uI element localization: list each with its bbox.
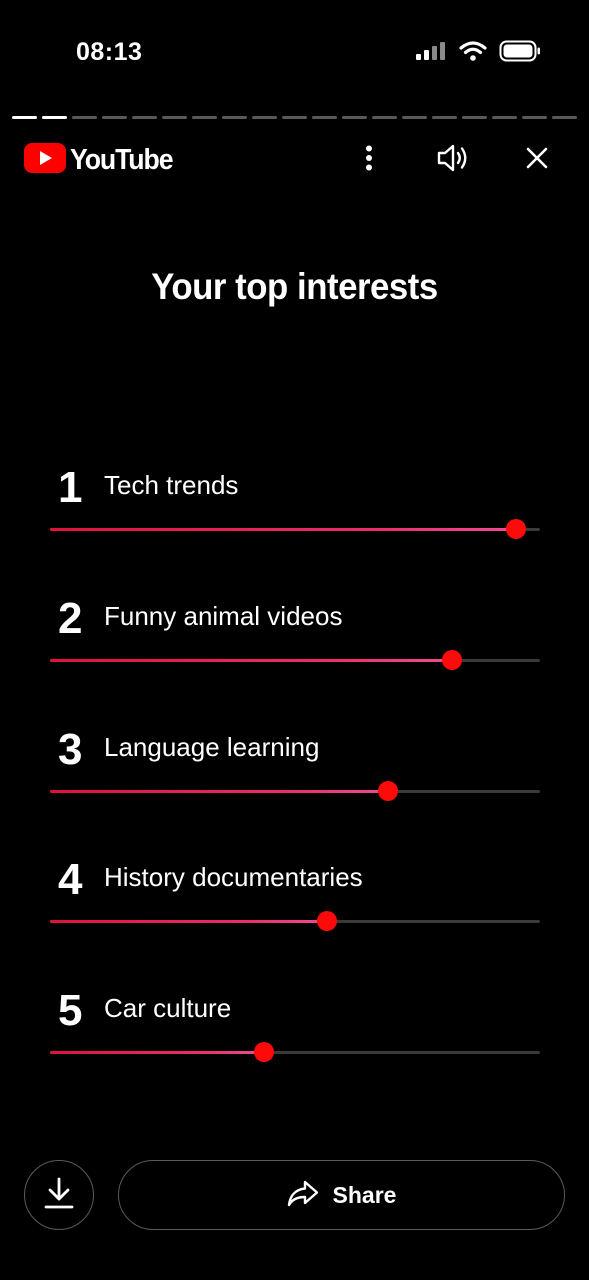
story-progress-segment xyxy=(132,116,157,119)
interest-rank: 5 xyxy=(58,986,83,1035)
header-actions xyxy=(347,138,559,182)
wifi-icon xyxy=(459,40,487,67)
interest-level-track xyxy=(50,911,540,931)
page-title: Your top interests xyxy=(151,266,438,307)
story-progress-segment xyxy=(12,116,37,119)
more-options-button[interactable] xyxy=(347,138,391,182)
story-progress-segment xyxy=(342,116,367,119)
interest-level-track xyxy=(50,1042,540,1062)
close-button[interactable] xyxy=(515,138,559,182)
interest-rank: 3 xyxy=(58,725,83,774)
interest-label: History documentaries xyxy=(104,862,363,892)
interest-level-fill xyxy=(50,528,516,531)
more-vertical-icon xyxy=(365,145,373,176)
interest-level-fill xyxy=(50,790,389,793)
share-icon xyxy=(287,1179,319,1212)
story-progress-segment xyxy=(462,116,487,119)
interest-level-fill xyxy=(50,659,452,662)
story-progress-segment xyxy=(192,116,217,119)
interest-level-track xyxy=(50,781,540,801)
story-screen: 08:13 YouTube Your top interests 1 Tech … xyxy=(0,0,589,1280)
status-icons xyxy=(415,40,541,67)
share-label: Share xyxy=(332,1181,397,1208)
interest-item: 4 History documentaries xyxy=(50,856,540,946)
story-progress xyxy=(12,116,577,119)
volume-button[interactable] xyxy=(431,138,475,182)
story-progress-segment xyxy=(252,116,277,119)
story-progress-segment xyxy=(102,116,127,119)
story-progress-segment xyxy=(42,116,67,119)
interest-label: Car culture xyxy=(104,993,232,1023)
download-icon xyxy=(43,1176,75,1215)
interest-level-thumb xyxy=(316,911,337,931)
youtube-wordmark: YouTube xyxy=(70,143,174,176)
story-progress-segment xyxy=(552,116,577,119)
interest-level-thumb xyxy=(441,650,462,670)
story-progress-segment xyxy=(282,116,307,119)
share-button[interactable]: Share xyxy=(118,1160,565,1230)
interest-rank: 2 xyxy=(58,594,83,643)
story-progress-segment xyxy=(522,116,547,119)
story-progress-segment xyxy=(492,116,517,119)
story-progress-segment xyxy=(312,116,337,119)
story-progress-segment xyxy=(432,116,457,119)
story-progress-segment xyxy=(72,116,97,119)
youtube-play-icon xyxy=(24,142,66,178)
interest-level-thumb xyxy=(254,1042,275,1062)
header: YouTube xyxy=(24,140,559,180)
interest-item: 5 Car culture xyxy=(50,987,540,1077)
interest-level-thumb xyxy=(378,781,399,801)
interest-level-thumb xyxy=(505,519,526,539)
interest-level-fill xyxy=(50,920,327,923)
status-time: 08:13 xyxy=(76,38,143,66)
story-progress-segment xyxy=(372,116,397,119)
close-icon xyxy=(525,146,549,175)
download-button[interactable] xyxy=(24,1160,94,1230)
interest-item: 2 Funny animal videos xyxy=(50,595,540,685)
story-progress-segment xyxy=(222,116,247,119)
interest-level-track xyxy=(50,650,540,670)
interest-level-track xyxy=(50,519,540,539)
interest-label: Funny animal videos xyxy=(104,601,343,631)
story-progress-segment xyxy=(162,116,187,119)
interest-rank: 1 xyxy=(58,463,83,512)
interest-item: 1 Tech trends xyxy=(50,464,540,554)
cellular-signal-icon xyxy=(415,41,447,66)
story-progress-segment xyxy=(402,116,427,119)
interest-item: 3 Language learning xyxy=(50,726,540,816)
interest-label: Language learning xyxy=(104,732,320,762)
battery-icon xyxy=(499,40,541,67)
interest-level-fill xyxy=(50,1051,265,1054)
volume-icon xyxy=(436,143,470,178)
interest-label: Tech trends xyxy=(104,470,239,500)
youtube-logo: YouTube xyxy=(24,142,181,178)
interest-rank: 4 xyxy=(58,855,83,904)
